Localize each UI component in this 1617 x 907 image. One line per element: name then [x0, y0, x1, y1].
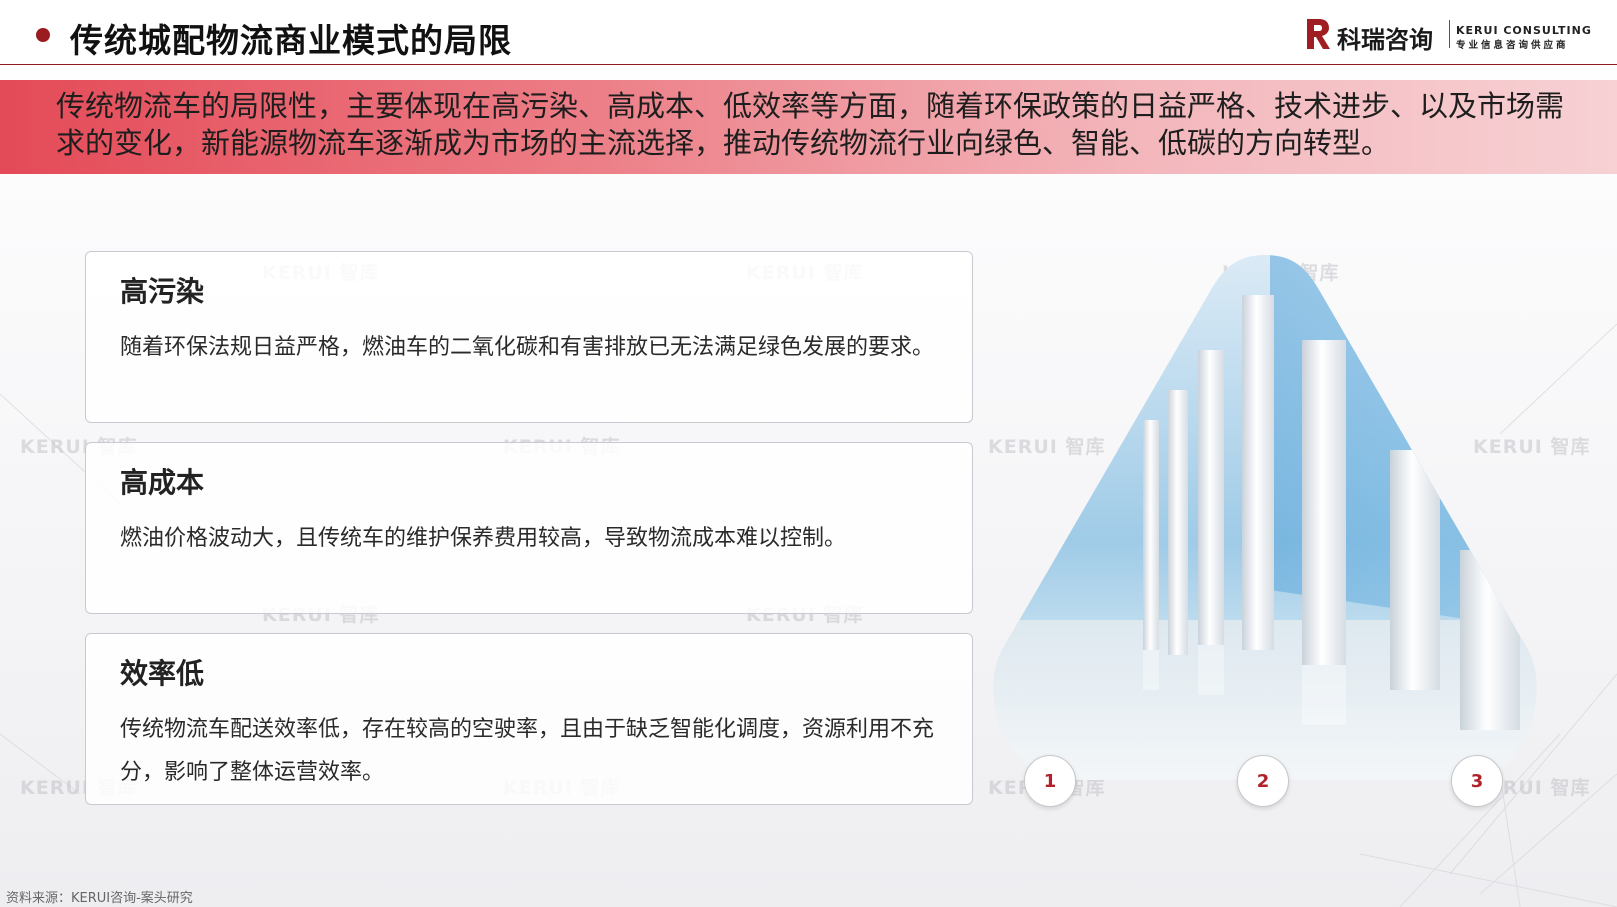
marker-3: 3	[1451, 755, 1503, 807]
card-title: 高成本	[120, 466, 205, 499]
summary-text: 传统物流车的局限性，主要体现在高污染、高成本、低效率等方面，随着环保政策的日益严…	[56, 89, 1565, 160]
card-body: 燃油价格波动大，且传统车的维护保养费用较高，导致物流成本难以控制。	[120, 526, 847, 551]
card-title: 效率低	[120, 657, 205, 690]
slide-header: 传统城配物流商业模式的局限 科瑞咨询 KERUI CONSULTING 专业信息…	[0, 0, 1617, 66]
card-body: 随着环保法规日益严格，燃油车的二氧化碳和有害排放已无法满足绿色发展的要求。	[120, 335, 935, 360]
marker-2: 2	[1237, 755, 1289, 807]
kerui-logo-icon	[1307, 19, 1330, 49]
logo-text-cn: 科瑞咨询	[1337, 26, 1433, 54]
marker-1: 1	[1024, 755, 1076, 807]
title-bullet	[36, 28, 50, 42]
header-divider	[0, 64, 1617, 65]
card-title: 高污染	[120, 275, 205, 308]
card-low-efficiency: 效率低 传统物流车配送效率低，存在较高的空驶率，且由于缺乏智能化调度，资源利用不…	[85, 633, 973, 805]
corridor-illustration	[993, 255, 1537, 780]
logo-subtitle: 专业信息咨询供应商	[1456, 40, 1569, 51]
card-high-pollution: 高污染 随着环保法规日益严格，燃油车的二氧化碳和有害排放已无法满足绿色发展的要求…	[85, 251, 973, 423]
card-body: 传统物流车配送效率低，存在较高的空驶率，且由于缺乏智能化调度，资源利用不充分，影…	[120, 717, 935, 785]
logo-divider	[1449, 20, 1450, 48]
summary-banner: 传统物流车的局限性，主要体现在高污染、高成本、低效率等方面，随着环保政策的日益严…	[0, 80, 1617, 174]
page-title: 传统城配物流商业模式的局限	[70, 21, 512, 60]
brand-logo: 科瑞咨询 KERUI CONSULTING 专业信息咨询供应商	[1305, 16, 1595, 54]
source-note: 资料来源：KERUI咨询-案头研究	[6, 891, 193, 906]
card-high-cost: 高成本 燃油价格波动大，且传统车的维护保养费用较高，导致物流成本难以控制。	[85, 442, 973, 614]
logo-text-en: KERUI CONSULTING	[1456, 24, 1592, 37]
